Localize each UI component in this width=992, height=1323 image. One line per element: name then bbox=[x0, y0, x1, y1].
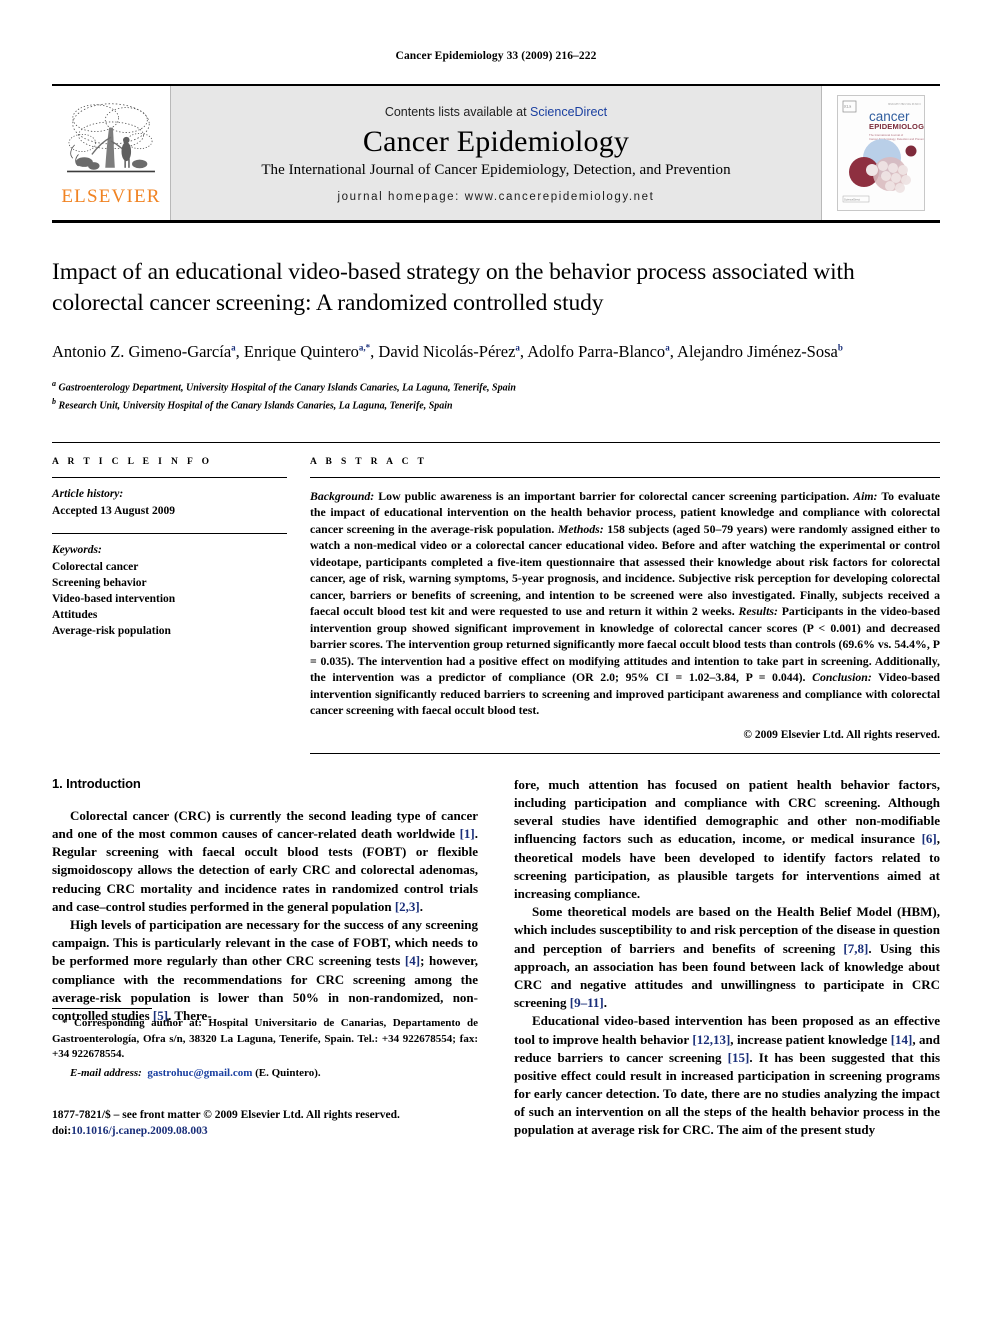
svg-text:ELS: ELS bbox=[844, 104, 851, 109]
article-history-group: Article history: Accepted 13 August 2009 bbox=[52, 487, 287, 520]
svg-text:ScienceDirect: ScienceDirect bbox=[844, 197, 860, 201]
affiliation-line: b Research Unit, University Hospital of … bbox=[52, 396, 453, 412]
divider bbox=[52, 476, 287, 478]
citation-reference[interactable]: [7,8] bbox=[843, 941, 868, 956]
author-name: Antonio Z. Gimeno-García bbox=[52, 342, 232, 362]
corresponding-author-note: * Corresponding author at: Hospital Univ… bbox=[52, 1017, 478, 1061]
email-note: E-mail address: gastrohuc@gmail.com (E. … bbox=[52, 1066, 478, 1081]
body-paragraph: Educational video-based intervention has… bbox=[514, 1013, 940, 1138]
svg-text:EPIDEMIOLOGY: EPIDEMIOLOGY bbox=[869, 122, 924, 131]
journal-subtitle: The International Journal of Cancer Epid… bbox=[261, 161, 731, 178]
author-name: Alejandro Jiménez-Sosa bbox=[677, 342, 838, 362]
article-info-heading: A R T I C L E I N F O bbox=[52, 456, 213, 467]
title-block: Impact of an educational video-based str… bbox=[52, 223, 940, 414]
keywords-label: Keywords: bbox=[52, 544, 102, 557]
journal-title: Cancer Epidemiology bbox=[362, 125, 630, 159]
keyword-item: Video-based intervention bbox=[52, 592, 176, 605]
contents-prefix: Contents lists available at bbox=[384, 105, 531, 120]
masthead-center: Contents lists available at ScienceDirec… bbox=[171, 86, 821, 220]
abstract-column: A B S T R A C T Background: Low public a… bbox=[305, 457, 940, 754]
elsevier-tree-icon bbox=[67, 102, 155, 172]
citation-reference[interactable]: [15] bbox=[728, 1050, 750, 1065]
author-affiliation-mark: b bbox=[837, 342, 843, 353]
body-column-left: 1. Introduction Colorectal cancer (CRC) … bbox=[52, 776, 478, 1140]
citation-reference[interactable]: [12,13] bbox=[692, 1032, 730, 1047]
author-affiliation-mark: a bbox=[515, 342, 520, 353]
issn-text: 1877-7821/$ – see front matter © 2009 El… bbox=[52, 1108, 400, 1121]
author-affiliation-mark: a bbox=[231, 342, 236, 353]
body-paragraph: Colorectal cancer (CRC) is currently the… bbox=[52, 807, 478, 914]
divider bbox=[310, 476, 940, 478]
abstract-heading: A B S T R A C T bbox=[310, 456, 428, 467]
publisher-logo: ELSEVIER bbox=[52, 86, 171, 220]
body-column-right: fore, much attention has focused on pati… bbox=[514, 776, 940, 1140]
email-suffix: (E. Quintero). bbox=[252, 1066, 321, 1079]
journal-cover-art: ELS ISSN 1877-7821 VOL 33 NO 3 cancer EP… bbox=[838, 96, 924, 210]
abstract-segment-text: Low public awareness is an important bar… bbox=[374, 488, 854, 503]
article-history-label: Article history: bbox=[52, 487, 124, 500]
abstract-segment-label: Conclusion: bbox=[812, 670, 872, 685]
elsevier-wordmark: ELSEVIER bbox=[61, 185, 161, 207]
running-head: Cancer Epidemiology 33 (2009) 216–222 bbox=[395, 50, 597, 62]
article-info-column: A R T I C L E I N F O Article history: A… bbox=[52, 457, 305, 754]
left-column-paragraphs: Colorectal cancer (CRC) is currently the… bbox=[52, 807, 478, 1025]
keyword-item: Average-risk population bbox=[52, 624, 171, 637]
author-name: Enrique Quintero bbox=[243, 342, 359, 362]
keyword-item: Attitudes bbox=[52, 608, 98, 621]
doi-link[interactable]: 10.1016/j.canep.2009.08.003 bbox=[71, 1125, 207, 1137]
affiliation-line: a Gastroenterology Department, Universit… bbox=[52, 379, 516, 394]
keyword-item: Screening behavior bbox=[52, 577, 147, 590]
section-title-introduction: 1. Introduction bbox=[52, 775, 141, 791]
contents-available-line: Contents lists available at ScienceDirec… bbox=[385, 105, 607, 119]
citation-reference[interactable]: [1] bbox=[460, 826, 475, 841]
abstract-text: Background: Low public awareness is an i… bbox=[310, 488, 940, 719]
footnote-block: * Corresponding author at: Hospital Univ… bbox=[52, 1008, 478, 1139]
email-link[interactable]: gastrohuc@gmail.com bbox=[147, 1067, 252, 1079]
citation-reference[interactable]: [2,3] bbox=[395, 899, 420, 914]
journal-homepage-link[interactable]: journal homepage: www.cancerepidemiology… bbox=[338, 191, 655, 203]
affiliation-list: a Gastroenterology Department, Universit… bbox=[52, 378, 940, 414]
copyright-notice: © 2009 Elsevier Ltd. All rights reserved… bbox=[743, 728, 940, 741]
abstract-segment-label: Background: bbox=[310, 488, 375, 503]
abstract-segment-label: Aim: bbox=[853, 488, 878, 503]
doi-label: doi: bbox=[52, 1125, 72, 1138]
author-list: Antonio Z. Gimeno-Garcíaa, Enrique Quint… bbox=[52, 342, 843, 362]
body-paragraph: Some theoretical models are based on the… bbox=[514, 904, 940, 1011]
journal-masthead: ELSEVIER Contents lists available at Sci… bbox=[52, 84, 940, 223]
body-columns: 1. Introduction Colorectal cancer (CRC) … bbox=[52, 776, 940, 1140]
article-history-value: Accepted 13 August 2009 bbox=[52, 504, 175, 517]
divider bbox=[310, 752, 940, 754]
body-paragraph: fore, much attention has focused on pati… bbox=[514, 776, 940, 902]
citation-reference[interactable]: [14] bbox=[891, 1032, 913, 1047]
abstract-segment-label: Results: bbox=[738, 604, 778, 619]
citation-reference[interactable]: [6] bbox=[922, 831, 937, 846]
email-label: E-mail address: bbox=[70, 1066, 142, 1079]
keyword-item: Colorectal cancer bbox=[52, 561, 139, 574]
keywords-group: Keywords: Colorectal cancer Screening beh… bbox=[52, 543, 287, 639]
citation-reference[interactable]: [4] bbox=[405, 953, 420, 968]
citation-reference[interactable]: [9–11] bbox=[570, 995, 604, 1010]
page-title: Impact of an educational video-based str… bbox=[52, 259, 855, 316]
journal-cover-thumbnail: ELS ISSN 1877-7821 VOL 33 NO 3 cancer EP… bbox=[837, 95, 925, 211]
author-affiliation-mark: a,* bbox=[358, 342, 371, 353]
author-name: David Nicolás-Pérez bbox=[378, 342, 516, 362]
svg-text:ISSN 1877-7821 VOL 33 NO 3: ISSN 1877-7821 VOL 33 NO 3 bbox=[888, 103, 921, 106]
issn-copyright-line: 1877-7821/$ – see front matter © 2009 El… bbox=[52, 1107, 478, 1140]
keywords-list: Colorectal cancer Screening behavior Video… bbox=[52, 560, 287, 639]
article-page: Cancer Epidemiology 33 (2009) 216–222 EL… bbox=[0, 0, 992, 1323]
author-name: Adolfo Parra-Blanco bbox=[527, 342, 666, 362]
abstract-segment-label: Methods: bbox=[557, 521, 604, 536]
author-affiliation-mark: a bbox=[665, 342, 670, 353]
divider bbox=[52, 533, 287, 535]
masthead-right: ELS ISSN 1877-7821 VOL 33 NO 3 cancer EP… bbox=[821, 86, 940, 220]
footnote-divider bbox=[52, 1008, 152, 1010]
info-abstract-section: A R T I C L E I N F O Article history: A… bbox=[52, 441, 940, 754]
right-column-paragraphs: fore, much attention has focused on pati… bbox=[514, 776, 940, 1140]
sciencedirect-link[interactable]: ScienceDirect bbox=[530, 105, 607, 119]
